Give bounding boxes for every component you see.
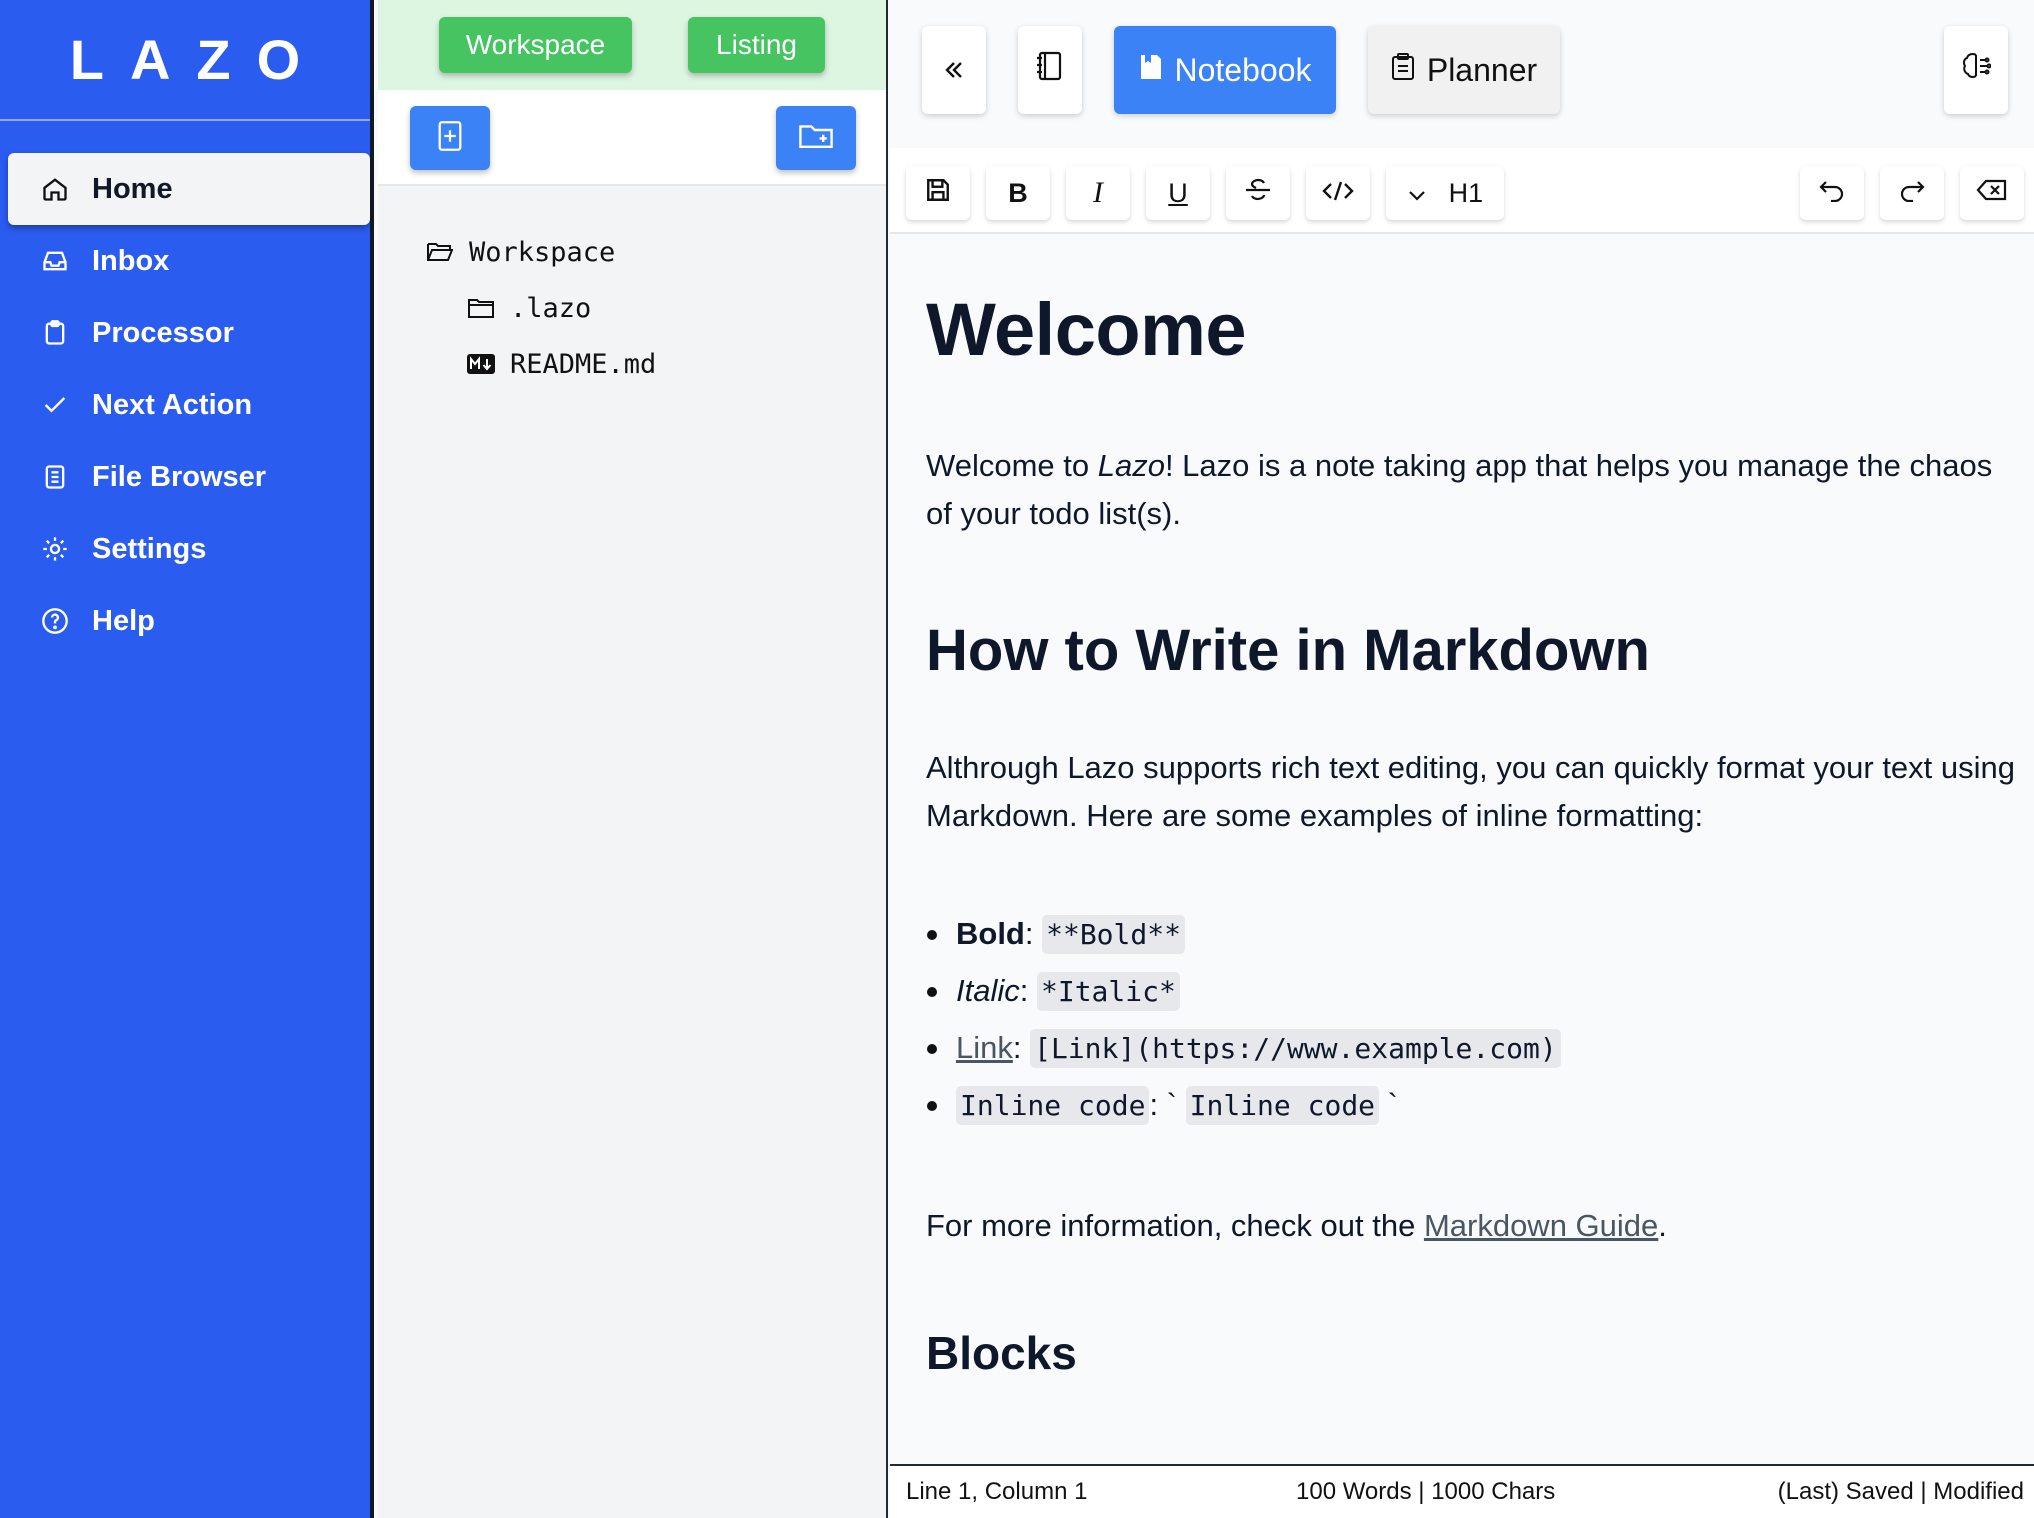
underline-button[interactable]: U xyxy=(1146,166,1210,220)
doc-link[interactable]: Link xyxy=(956,1030,1013,1065)
tree-folder-workspace[interactable]: Workspace xyxy=(378,224,886,280)
code-button[interactable] xyxy=(1306,166,1370,220)
heading-select[interactable]: H1 xyxy=(1386,166,1504,220)
chevron-down-icon xyxy=(1407,178,1427,209)
redo-icon xyxy=(1898,178,1926,209)
file-actions-bar xyxy=(378,90,886,186)
doc-more-info: For more information, check out the Mark… xyxy=(926,1208,1667,1243)
new-file-button[interactable] xyxy=(410,106,490,170)
sidebar-item-label: Settings xyxy=(92,532,207,565)
tree-label: .lazo xyxy=(510,292,592,324)
toggle-panel-button[interactable] xyxy=(1018,26,1082,114)
folder-open-icon xyxy=(425,237,455,267)
new-file-icon xyxy=(436,120,464,157)
editor-topbar: Notebook Planner xyxy=(890,0,2034,140)
editor-pane: Notebook Planner B I U H1 Welcome Welcom… xyxy=(890,0,2034,1518)
doc-title: Welcome xyxy=(926,288,1247,371)
save-icon xyxy=(925,177,951,210)
doc-heading-blocks: Blocks xyxy=(926,1327,1077,1379)
format-toolbar: B I U H1 xyxy=(890,148,2034,234)
sidebar-item-label: Next Action xyxy=(92,388,253,421)
sidebar-item-label: Inbox xyxy=(92,244,170,277)
ai-assistant-button[interactable] xyxy=(1944,26,2008,114)
backspace-icon xyxy=(1976,178,2008,209)
list-item: Italic: *Italic* xyxy=(926,963,2026,1020)
tree-label: Workspace xyxy=(469,236,616,268)
sidebar-item-settings[interactable]: Settings xyxy=(0,513,370,585)
new-folder-button[interactable] xyxy=(776,106,856,170)
doc-intro: Welcome to Lazo! Lazo is a note taking a… xyxy=(926,448,1993,531)
planner-icon xyxy=(1391,52,1415,89)
sidebar-item-file-browser[interactable]: File Browser xyxy=(0,441,370,513)
notebook-tab[interactable]: Notebook xyxy=(1114,26,1336,114)
sidebar: LAZO Home Inbox Processor Next Action Fi… xyxy=(0,0,374,1518)
tree-file-readme[interactable]: README.md xyxy=(378,336,886,392)
bold-button[interactable]: B xyxy=(986,166,1050,220)
check-icon xyxy=(40,390,70,420)
sidebar-item-processor[interactable]: Processor xyxy=(0,297,370,369)
undo-button[interactable] xyxy=(1800,166,1864,220)
file-tree: Workspace .lazo README.md xyxy=(378,186,886,392)
word-count: 100 Words | 1000 Chars xyxy=(1296,1478,1556,1505)
double-chevron-left-icon xyxy=(943,52,965,89)
sidebar-item-label: Help xyxy=(92,604,155,637)
strikethrough-icon xyxy=(1244,177,1272,210)
strikethrough-button[interactable] xyxy=(1226,166,1290,220)
clipboard-icon xyxy=(40,318,70,348)
file-panel-tabs: Workspace Listing xyxy=(378,0,886,90)
doc-heading-markdown: How to Write in Markdown xyxy=(926,618,1650,683)
planner-tab-label: Planner xyxy=(1426,51,1538,88)
listing-tab-button[interactable]: Listing xyxy=(688,17,825,73)
save-button[interactable] xyxy=(906,166,970,220)
file-panel: Workspace Listing Workspace .lazo README… xyxy=(378,0,888,1518)
sidebar-item-inbox[interactable]: Inbox xyxy=(0,225,370,297)
status-bar: Line 1, Column 1 100 Words | 1000 Chars … xyxy=(890,1464,2034,1518)
markdown-guide-link[interactable]: Markdown Guide xyxy=(1424,1208,1658,1243)
sidebar-item-label: Home xyxy=(92,172,173,205)
help-icon xyxy=(40,606,70,636)
brain-icon xyxy=(1961,51,1992,89)
tree-folder-lazo[interactable]: .lazo xyxy=(378,280,886,336)
list-item: Bold: **Bold** xyxy=(926,906,2026,963)
sidebar-nav: Home Inbox Processor Next Action File Br… xyxy=(0,121,370,657)
code-icon xyxy=(1322,178,1354,209)
cursor-position: Line 1, Column 1 xyxy=(906,1478,1088,1505)
undo-icon xyxy=(1818,178,1846,209)
doc-paragraph: Althrough Lazo supports rich text editin… xyxy=(926,750,2016,833)
sidebar-item-label: File Browser xyxy=(92,460,267,493)
collapse-sidebar-button[interactable] xyxy=(922,26,986,114)
notebook-icon xyxy=(1139,52,1163,89)
workspace-tab-button[interactable]: Workspace xyxy=(439,17,632,73)
home-icon xyxy=(40,174,70,204)
new-folder-icon xyxy=(798,121,834,156)
folder-icon xyxy=(466,293,496,323)
tree-label: README.md xyxy=(510,348,657,380)
sidebar-item-home[interactable]: Home xyxy=(8,153,370,225)
document-content[interactable]: Welcome Welcome to Lazo! Lazo is a note … xyxy=(926,236,2026,1464)
doc-bullet-list: Bold: **Bold** Italic: *Italic* Link: [L… xyxy=(926,906,2026,1134)
panel-icon xyxy=(1037,51,1063,89)
save-status: (Last) Saved | Modified xyxy=(1777,1478,2024,1505)
sidebar-item-help[interactable]: Help xyxy=(0,585,370,657)
clear-format-button[interactable] xyxy=(1960,166,2024,220)
planner-tab[interactable]: Planner xyxy=(1368,26,1560,114)
list-item: Inline code: ` Inline code ` xyxy=(926,1077,2026,1134)
doc-intro-emphasis: Lazo xyxy=(1097,448,1165,483)
inbox-icon xyxy=(40,246,70,276)
notebook-tab-label: Notebook xyxy=(1174,51,1312,88)
sidebar-item-label: Processor xyxy=(92,316,234,349)
gear-icon xyxy=(40,534,70,564)
heading-select-value: H1 xyxy=(1448,177,1484,208)
file-browser-icon xyxy=(40,462,70,492)
sidebar-item-next-action[interactable]: Next Action xyxy=(0,369,370,441)
italic-button[interactable]: I xyxy=(1066,166,1130,220)
list-item: Link: [Link](https://www.example.com) xyxy=(926,1020,2026,1077)
markdown-file-icon xyxy=(466,349,496,379)
redo-button[interactable] xyxy=(1880,166,1944,220)
app-logo: LAZO xyxy=(0,0,370,121)
